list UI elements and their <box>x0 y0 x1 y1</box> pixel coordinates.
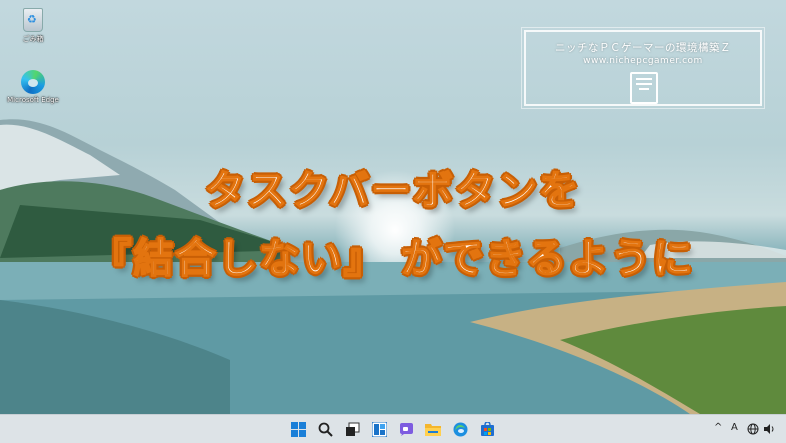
headline-line-2: 『結合しない』 ができるように <box>91 235 695 283</box>
desktop: ♻ ごみ箱 Microsoft Edge ニッチなＰＣゲーマーの環境構築Ｚ ww… <box>0 0 786 414</box>
edge-taskbar-button[interactable] <box>450 419 470 439</box>
desktop-icon-label: Microsoft Edge <box>7 96 59 104</box>
chat-icon <box>399 422 413 436</box>
watermark-url: www.nichepcgamer.com <box>583 56 703 66</box>
speaker-icon <box>764 424 774 434</box>
headline-line-1: タスクバーボタンを <box>204 167 581 215</box>
ime-indicator[interactable]: A <box>731 422 738 433</box>
search-button[interactable] <box>315 419 335 439</box>
start-icon <box>290 421 306 437</box>
watermark-title: ニッチなＰＣゲーマーの環境構築Ｚ <box>555 42 731 54</box>
edge-icon <box>21 70 45 94</box>
file-explorer-icon <box>425 424 441 436</box>
desktop-icon-recycle-bin[interactable]: ♻ ごみ箱 <box>6 8 60 44</box>
globe-icon <box>747 423 759 435</box>
file-explorer-button[interactable] <box>423 419 443 439</box>
recycle-bin-icon: ♻ <box>23 8 43 32</box>
tray-overflow-chevron[interactable]: ^ <box>714 422 722 433</box>
network-button[interactable] <box>746 419 760 439</box>
search-icon <box>318 422 333 437</box>
volume-button[interactable] <box>762 419 776 439</box>
desktop-icon-edge[interactable]: Microsoft Edge <box>6 70 60 104</box>
start-button[interactable] <box>288 419 308 439</box>
edge-icon <box>453 422 467 436</box>
store-button[interactable] <box>477 419 497 439</box>
task-view-button[interactable] <box>342 419 362 439</box>
site-watermark: ニッチなＰＣゲーマーの環境構築Ｚ www.nichepcgamer.com <box>521 27 765 109</box>
store-icon <box>480 421 494 436</box>
taskbar: ^ A <box>0 414 786 443</box>
desktop-icon-label: ごみ箱 <box>22 35 44 43</box>
widgets-button[interactable] <box>369 419 389 439</box>
pc-tower-icon <box>630 72 658 104</box>
widgets-icon <box>371 421 387 437</box>
chat-button[interactable] <box>396 419 416 439</box>
task-view-icon <box>345 422 359 436</box>
